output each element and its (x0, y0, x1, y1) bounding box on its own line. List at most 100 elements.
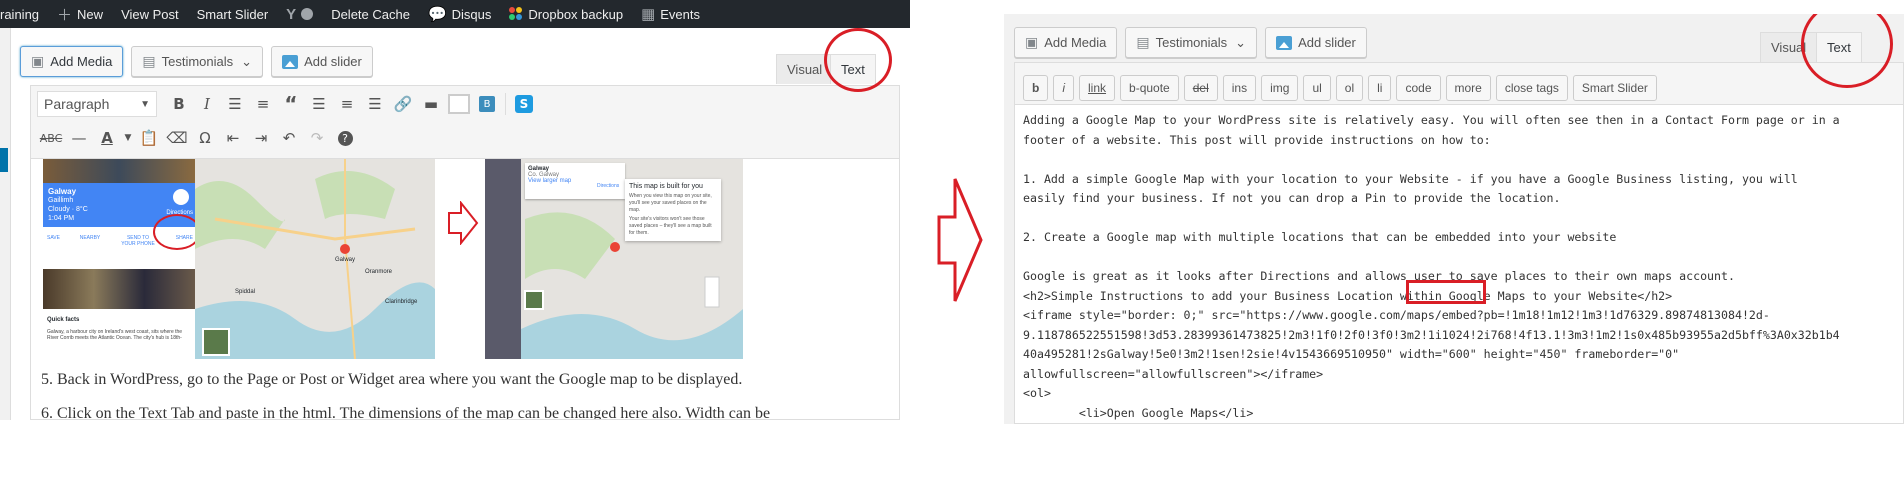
big-arrow-annotation (937, 178, 983, 302)
yoast-icon: Y (286, 5, 297, 23)
testimonials-icon: ▤ (142, 53, 156, 69)
admin-bar-view-post[interactable]: View Post (112, 0, 188, 28)
admin-bar-new[interactable]: ＋ New (48, 0, 112, 28)
slider-icon (1276, 35, 1293, 50)
add-media-button[interactable]: ▣ Add Media (1014, 27, 1118, 58)
media-buttons: ▣ Add Media ▤ Testimonials ⌄ Add slider (1014, 27, 1367, 58)
admin-bar-dropbox-backup[interactable]: Dropbox backup (500, 0, 632, 28)
code-line: footer of a website. This post will prov… (1023, 132, 1491, 147)
qt-close-tags-button[interactable]: close tags (1495, 74, 1568, 101)
admin-bar-smart-slider[interactable]: Smart Slider (188, 0, 278, 28)
numbered-list-icon[interactable]: ≡ (249, 90, 277, 118)
add-slider-button[interactable]: Add slider (1265, 27, 1367, 58)
html-text-area[interactable]: Adding a Google Map to your WordPress si… (1014, 104, 1904, 424)
smart-slider-box: S (515, 95, 533, 113)
qt-ol-button[interactable]: ol (1335, 74, 1364, 101)
undo-icon[interactable]: ↶ (275, 124, 303, 152)
editor-content[interactable]: Galway Gaillimh Cloudy · 8°C 1:04 PM Dir… (30, 158, 900, 420)
galway-map-image: Galway Oranmore Clarinbridge Spiddal (195, 159, 435, 359)
qt-link-button[interactable]: link (1079, 74, 1116, 101)
special-char-icon[interactable]: Ω (191, 124, 219, 152)
qt-img-button[interactable]: img (1261, 74, 1299, 101)
paste-text-icon[interactable]: 📋 (135, 124, 163, 152)
indent-icon[interactable]: ⇥ (247, 124, 275, 152)
blockquote-icon[interactable]: “ (277, 90, 305, 118)
testimonials-button[interactable]: ▤ Testimonials ⌄ (131, 46, 264, 77)
comment-icon: 💬 (427, 6, 447, 23)
align-left-icon[interactable]: ☰ (305, 90, 333, 118)
qt-smart-slider-button[interactable]: Smart Slider (1572, 74, 1657, 101)
redo-icon[interactable]: ↷ (303, 124, 331, 152)
align-center-icon[interactable]: ≡ (333, 90, 361, 118)
shortcode-box: B (479, 96, 495, 112)
right-screenshot-text-editor: ▣ Add Media ▤ Testimonials ⌄ Add slider Vis… (1004, 14, 1904, 424)
qt-blockquote-button[interactable]: b-quote (1120, 74, 1179, 101)
testimonials-button[interactable]: ▤ Testimonials ⌄ (1125, 27, 1258, 58)
link-icon[interactable]: 🔗 (389, 90, 417, 118)
help-icon[interactable]: ? (331, 124, 359, 152)
code-line: <li>Open Google Maps</li> (1023, 405, 1254, 420)
map-drawing (195, 159, 435, 359)
align-right-icon[interactable]: ☰ (361, 90, 389, 118)
outdent-icon[interactable]: ⇤ (219, 124, 247, 152)
code-line: <ol> (1023, 386, 1051, 400)
chevron-down-icon: ⌄ (241, 53, 253, 69)
qt-ul-button[interactable]: ul (1303, 74, 1331, 101)
qt-li-button[interactable]: li (1368, 74, 1392, 101)
add-media-button[interactable]: ▣ Add Media (20, 46, 124, 77)
admin-bar-delete-cache[interactable]: Delete Cache (322, 0, 419, 28)
admin-bar-disqus[interactable]: 💬 Disqus (419, 0, 500, 28)
media-icon: ▣ (1025, 34, 1039, 50)
clear-format-icon[interactable]: ⌫ (163, 124, 191, 152)
share-annotation-circle (153, 214, 201, 250)
admin-bar-events[interactable]: ▦ Events (632, 0, 709, 28)
embed-map-preview-image: Galway Co. Galway View larger map Direct… (485, 159, 743, 359)
horizontal-line-icon[interactable]: — (65, 124, 93, 152)
code-line: 40a495281!2sGalway!5e0!3m2!1sen!2sie!4v1… (1023, 347, 1680, 361)
qt-bold-button[interactable]: b (1023, 74, 1049, 101)
calendar-icon: ▦ (641, 6, 656, 23)
text-color-icon[interactable]: A (93, 124, 121, 152)
bullet-list-icon[interactable]: ☰ (221, 90, 249, 118)
format-select[interactable]: Paragraph ▼ (37, 91, 157, 117)
chevron-down-icon[interactable]: ▼ (121, 124, 135, 152)
small-arrow-annotation (448, 201, 479, 245)
width-attribute-annotation-box (1406, 280, 1486, 304)
add-slider-button[interactable]: Add slider (271, 46, 373, 77)
place-photos (43, 269, 195, 309)
sidebar-collapse-tab[interactable] (0, 148, 8, 172)
qt-italic-button[interactable]: i (1053, 74, 1075, 101)
paragraph-step-6: 6. Click on the Text Tab and paste in th… (41, 405, 771, 420)
nearby-action[interactable]: NEARBY (80, 235, 101, 247)
plus-icon: ＋ (57, 6, 73, 24)
code-line: easily find your business. If not you ca… (1023, 191, 1561, 205)
slider-icon (282, 54, 299, 69)
dropbox-backup-icon (509, 7, 523, 21)
place-photo-strip (43, 159, 195, 183)
save-action[interactable]: SAVE (47, 235, 60, 247)
code-line: allowfullscreen="allowfullscreen"></ifra… (1023, 366, 1324, 381)
admin-bar-yoast[interactable]: Y (277, 0, 322, 28)
maps-place-card-image: Galway Gaillimh Cloudy · 8°C 1:04 PM Dir… (43, 159, 195, 359)
embed-place-card: Galway Co. Galway View larger map (525, 163, 625, 199)
smart-slider-icon[interactable]: S (510, 90, 538, 118)
toolbar-toggle-box (448, 94, 470, 114)
send-to-phone-action[interactable]: SEND TO YOUR PHONE (120, 235, 156, 247)
paragraph-step-5: 5. Back in WordPress, go to the Page or … (41, 371, 743, 388)
qt-more-button[interactable]: more (1445, 74, 1491, 101)
read-more-icon[interactable]: ▬ (417, 90, 445, 118)
admin-bar-site-name[interactable]: raining (0, 0, 48, 28)
italic-icon[interactable]: I (193, 90, 221, 118)
qt-code-button[interactable]: code (1396, 74, 1441, 101)
strikethrough-icon[interactable]: ABC (37, 124, 65, 152)
qt-ins-button[interactable]: ins (1222, 74, 1257, 101)
shortcode-icon[interactable]: B (473, 90, 501, 118)
left-screenshot-visual-editor: raining ＋ New View Post Smart Slider Y De… (0, 0, 910, 420)
bold-icon[interactable]: B (165, 90, 193, 118)
qt-del-button[interactable]: del (1183, 74, 1218, 101)
code-line: 2. Create a Google map with multiple loc… (1023, 230, 1617, 244)
chevron-down-icon: ⌄ (1235, 34, 1247, 50)
toolbar-toggle-icon[interactable] (445, 90, 473, 118)
